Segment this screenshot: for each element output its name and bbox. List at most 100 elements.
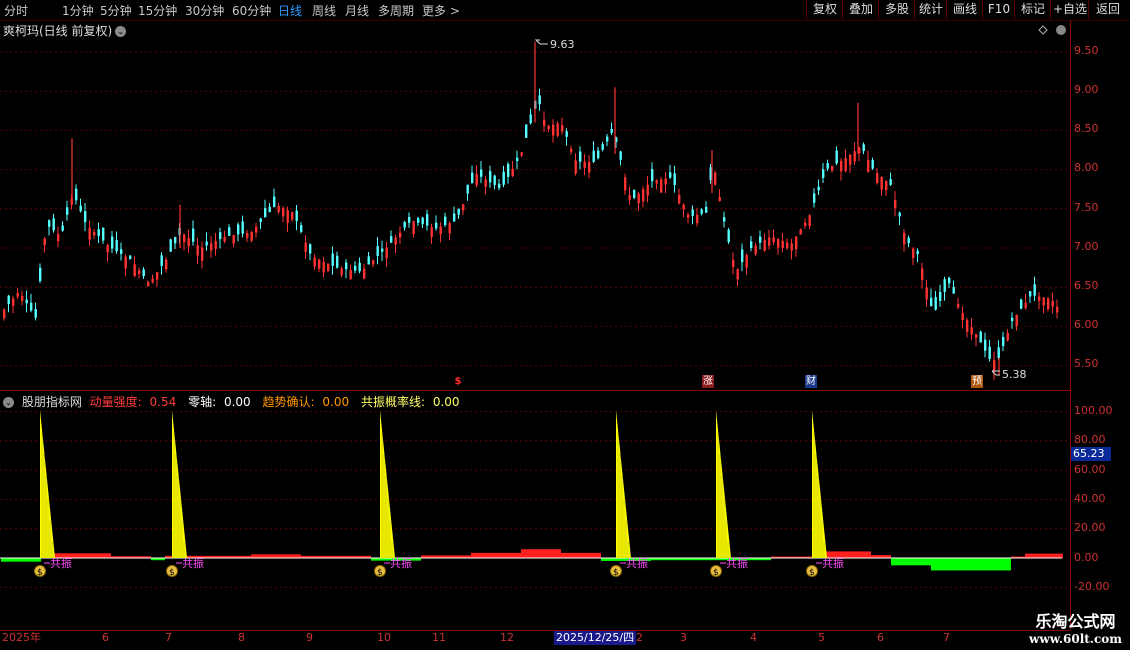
candle — [705, 201, 708, 213]
candle — [273, 188, 276, 208]
ind-tick: 20.00 — [1074, 521, 1106, 534]
diamond-icon[interactable] — [1038, 25, 1048, 35]
candle — [876, 168, 879, 185]
candle — [606, 134, 609, 147]
candle — [349, 264, 352, 280]
stock-title: 爽柯玛(日线 前复权) ⌄ — [3, 22, 127, 39]
candle — [268, 202, 271, 213]
hist-bar — [277, 554, 279, 558]
candle — [282, 205, 285, 223]
price-tick: 6.50 — [1074, 279, 1099, 292]
candle — [601, 141, 604, 152]
candle — [147, 280, 150, 287]
hist-bar — [853, 551, 855, 558]
date-tick: 9 — [306, 631, 313, 644]
candle — [322, 256, 325, 278]
candle — [669, 164, 672, 179]
field-trend: 趋势确认: 0.00 — [262, 395, 350, 409]
candle — [939, 284, 942, 307]
chevron-down-icon[interactable]: ⌄ — [3, 397, 14, 408]
hist-bar — [557, 549, 559, 558]
hist-bar — [917, 558, 919, 566]
hist-bar — [849, 551, 851, 558]
resonance-label: 共振 — [626, 556, 648, 570]
candle — [804, 218, 807, 229]
candle — [637, 191, 640, 211]
hist-bar — [503, 552, 505, 558]
candle — [777, 238, 780, 255]
candle — [597, 146, 600, 160]
hist-bar — [975, 558, 977, 571]
hist-bar — [551, 549, 553, 558]
hist-bar — [921, 558, 923, 566]
candle — [525, 124, 528, 138]
date-tick: 2025年 — [2, 631, 41, 644]
candle — [538, 88, 541, 111]
candle — [772, 229, 775, 245]
hist-bar — [1053, 553, 1055, 558]
candle — [421, 216, 424, 229]
hist-bar — [269, 554, 271, 558]
hist-bar — [499, 552, 501, 558]
candle — [889, 172, 892, 186]
signal-zhang[interactable]: 涨 — [702, 375, 714, 388]
hist-bar — [251, 554, 253, 558]
candle — [565, 128, 568, 146]
hist-bar — [555, 549, 557, 558]
hist-bar — [37, 558, 39, 562]
candle — [1051, 292, 1054, 314]
candle — [426, 209, 429, 231]
hist-bar — [275, 554, 277, 558]
hist-bar — [101, 553, 103, 558]
candle — [822, 162, 825, 184]
hist-bar — [845, 551, 847, 558]
candle — [111, 231, 114, 254]
hist-bar — [99, 553, 101, 558]
hist-bar — [907, 558, 909, 566]
dollar-glyph: $ — [713, 568, 719, 578]
hist-bar — [979, 558, 981, 571]
signal-cai[interactable]: 财 — [805, 375, 817, 388]
hist-bar — [549, 549, 551, 558]
hist-bar — [253, 554, 255, 558]
hist-bar — [533, 549, 535, 558]
candle — [223, 230, 226, 244]
candle — [736, 268, 739, 287]
hist-bar — [515, 552, 517, 558]
candle — [129, 254, 132, 260]
candle — [493, 174, 496, 190]
hist-bar — [105, 553, 107, 558]
candle — [1033, 276, 1036, 301]
hist-bar — [291, 554, 293, 558]
candle — [57, 226, 60, 248]
candle — [894, 190, 897, 217]
hist-bar — [33, 558, 35, 562]
high-price-label: 9.63 — [550, 38, 575, 51]
hist-bar — [471, 552, 473, 558]
hist-bar — [19, 558, 21, 562]
candle — [115, 231, 118, 254]
resonance-peaks — [40, 410, 827, 558]
hist-bar — [859, 551, 861, 558]
candle — [925, 279, 928, 307]
candle — [952, 280, 955, 294]
chevron-down-icon[interactable]: ⌄ — [115, 26, 127, 37]
indicator-name[interactable]: 股朋指标网 — [22, 395, 82, 409]
price-tick: 8.00 — [1074, 161, 1099, 174]
hist-bar — [581, 552, 583, 558]
signal-yu[interactable]: 预 — [971, 375, 983, 388]
hist-bar — [1027, 553, 1029, 558]
kline-chart[interactable]: 9.63 5.38 $ 共振 $ 共振 $ 共振 $ 共振 $ 共振 $ 共振 — [0, 0, 1130, 650]
hist-bar — [1, 558, 3, 562]
hist-bar — [523, 549, 525, 558]
signal-dollar[interactable]: $ — [452, 375, 464, 388]
hist-bar — [263, 554, 265, 558]
settings-circle-icon[interactable] — [1056, 25, 1066, 35]
hist-bar — [289, 554, 291, 558]
hist-bar — [27, 558, 29, 562]
candle — [570, 145, 573, 155]
candle — [790, 238, 793, 260]
hist-bar — [577, 552, 579, 558]
hist-bar — [951, 558, 953, 571]
candle — [79, 198, 82, 213]
